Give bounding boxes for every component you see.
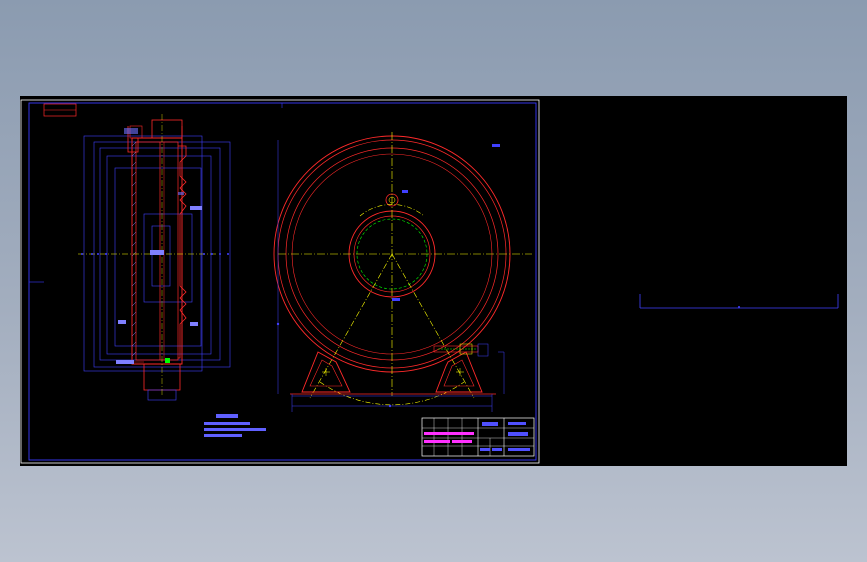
sheet-outer-frame xyxy=(20,99,540,464)
secondary-sheet-outline xyxy=(639,294,839,309)
title-block xyxy=(421,417,535,457)
green-marker xyxy=(165,358,170,363)
sheet-code-box xyxy=(43,103,77,117)
sheet-inner-frame xyxy=(28,102,537,461)
cad-viewport[interactable] xyxy=(20,96,847,466)
front-view xyxy=(273,132,532,412)
drawing-canvas xyxy=(20,99,839,464)
section-view xyxy=(78,114,231,401)
technical-notes xyxy=(204,414,266,437)
